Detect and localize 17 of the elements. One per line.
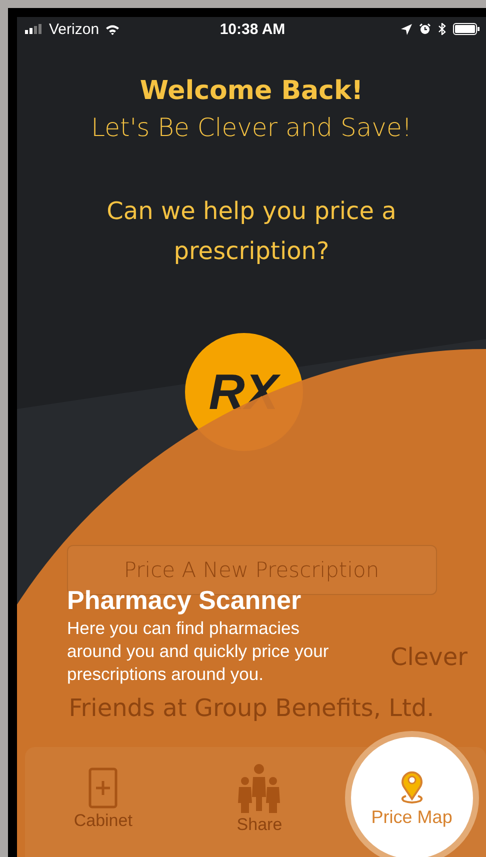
tab-button[interactable]: Share xyxy=(194,749,324,849)
welcome-subtitle: Let's Be Clever and Save! xyxy=(91,112,412,144)
credit-text: Clever xyxy=(390,642,468,673)
alarm-icon xyxy=(419,23,431,35)
welcome-title: Welcome Back! xyxy=(138,75,364,108)
carrier-text: Verizon xyxy=(49,20,100,38)
clock-text: 10:38 AM xyxy=(220,20,286,38)
credit-text: Friends at Group Benefits, Ltd. xyxy=(68,693,434,723)
location-icon xyxy=(401,24,412,34)
prompt-text: Can we help you price a prescription? xyxy=(106,196,398,267)
coach-mark-text: Here you can find pharmacies around you and quickly price your prescriptions around you. xyxy=(67,617,330,686)
tab-button[interactable]: Cabinet xyxy=(38,749,168,849)
wifi-icon xyxy=(105,24,120,34)
cabinet-icon xyxy=(88,767,118,809)
bluetooth-icon xyxy=(438,23,446,35)
battery-icon xyxy=(453,23,480,35)
signal-icon xyxy=(25,24,43,34)
